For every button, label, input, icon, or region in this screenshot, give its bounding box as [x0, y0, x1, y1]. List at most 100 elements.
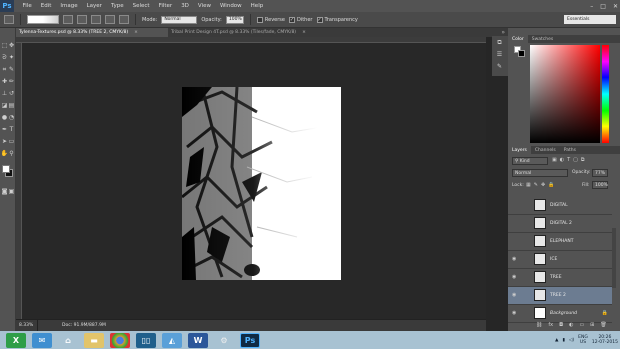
adjustment-layer-icon[interactable]: ◐: [569, 322, 573, 328]
tab-tylenna-textures[interactable]: Tylenna-Textures.psd @ 8.33% (TREE 2, CM…: [16, 28, 168, 37]
gradient-picker[interactable]: [27, 15, 59, 24]
transparency-option[interactable]: ✓ Transparency: [316, 16, 358, 23]
layer-row-digital[interactable]: DIGITAL: [508, 197, 612, 215]
workspace-select[interactable]: Essentials: [564, 15, 616, 24]
dither-option[interactable]: ✓ Dither: [288, 16, 313, 23]
folder-icon[interactable]: ▬: [84, 332, 104, 348]
history-panel-icon[interactable]: ⧉: [496, 39, 503, 46]
menu-select[interactable]: Select: [128, 3, 154, 9]
diamond-gradient-icon[interactable]: [119, 15, 129, 24]
dodge-tool-icon[interactable]: ◔: [8, 114, 15, 121]
move-tool-icon[interactable]: ✥: [8, 42, 15, 49]
document-size-info[interactable]: Doc: 91.9M/887.9M: [38, 323, 106, 328]
menu-type[interactable]: Type: [106, 3, 128, 9]
reverse-option[interactable]: Reverse: [256, 16, 285, 23]
adjustment-filter-icon[interactable]: ◐: [560, 157, 564, 163]
eye-icon[interactable]: ◉: [512, 256, 520, 262]
lock-position-icon[interactable]: ✥: [541, 182, 545, 188]
lock-image-icon[interactable]: ✎: [534, 182, 538, 188]
quick-mask-icon[interactable]: ◙: [1, 188, 8, 195]
menu-file[interactable]: File: [18, 3, 36, 9]
eye-icon[interactable]: ◉: [512, 310, 520, 316]
tab-paths[interactable]: Paths: [560, 146, 580, 154]
reader-icon[interactable]: ▯▯: [136, 332, 156, 348]
chrome-icon[interactable]: [110, 332, 130, 348]
new-group-icon[interactable]: ▭: [579, 322, 584, 328]
mode-select[interactable]: Normal: [161, 15, 198, 24]
hue-slider[interactable]: [602, 45, 609, 143]
tray-arrow-icon[interactable]: ▲: [555, 338, 558, 343]
tab-overflow-icon[interactable]: »: [501, 29, 505, 36]
menu-view[interactable]: View: [193, 3, 215, 9]
brush-tool-icon[interactable]: ✏: [8, 78, 15, 85]
foreground-color-swatch[interactable]: [2, 165, 10, 173]
layer-row-background[interactable]: ◉ Background 🔒: [508, 305, 612, 323]
maximize-button[interactable]: □: [600, 3, 606, 10]
word-icon[interactable]: W: [188, 332, 208, 348]
eraser-tool-icon[interactable]: ◪: [1, 102, 8, 109]
screen-mode-icon[interactable]: ▣: [8, 188, 15, 195]
angle-gradient-icon[interactable]: [91, 15, 101, 24]
linear-gradient-icon[interactable]: [63, 15, 73, 24]
properties-panel-icon[interactable]: ☰: [496, 51, 503, 58]
home-icon[interactable]: ⌂: [58, 333, 78, 348]
gradient-tool-icon[interactable]: ▤: [8, 102, 15, 109]
menu-layer[interactable]: Layer: [82, 3, 106, 9]
menu-filter[interactable]: Filter: [154, 3, 177, 9]
menu-3d[interactable]: 3D: [177, 3, 194, 9]
hand-tool-icon[interactable]: ✋: [1, 150, 8, 157]
pen-tool-icon[interactable]: ✒: [1, 126, 8, 133]
reflected-gradient-icon[interactable]: [105, 15, 115, 24]
excel-icon[interactable]: X: [6, 332, 26, 348]
tab-swatches[interactable]: Swatches: [528, 35, 558, 43]
mail-icon[interactable]: ✉: [32, 332, 52, 348]
path-selection-icon[interactable]: ➤: [1, 138, 8, 145]
brush-panel-icon[interactable]: ✎: [496, 63, 503, 70]
menu-help[interactable]: Help: [246, 3, 268, 9]
type-tool-icon[interactable]: T: [8, 126, 15, 133]
eye-icon[interactable]: ◉: [512, 292, 520, 298]
language-indicator[interactable]: ENG US: [578, 335, 588, 345]
network-icon[interactable]: ▮: [562, 338, 564, 343]
photos-icon[interactable]: ◭: [162, 332, 182, 348]
gradient-tool-preset-icon[interactable]: [4, 15, 14, 24]
photoshop-taskbar-icon[interactable]: Ps: [240, 332, 260, 348]
opacity-field[interactable]: 100%: [225, 15, 244, 24]
shape-filter-icon[interactable]: ▢: [573, 157, 578, 163]
tab-tribal-print-design[interactable]: Tribal Print Design 4T.psd @ 8.33% (Tile…: [168, 28, 318, 37]
blur-tool-icon[interactable]: ●: [1, 114, 8, 121]
zoom-level-field[interactable]: 8.33%: [16, 319, 38, 332]
layer-row-digital-2[interactable]: DIGITAL 2: [508, 215, 612, 233]
transparency-checkbox[interactable]: ✓: [316, 16, 323, 23]
smart-object-filter-icon[interactable]: ⧉: [581, 157, 585, 163]
lock-all-icon[interactable]: 🔒: [548, 182, 554, 188]
document-canvas[interactable]: [182, 87, 341, 280]
type-filter-icon[interactable]: T: [567, 157, 570, 163]
layer-row-ice[interactable]: ◉ ICE: [508, 251, 612, 269]
history-brush-icon[interactable]: ↺: [8, 90, 15, 97]
new-layer-icon[interactable]: ⊞: [590, 322, 594, 328]
tab-color[interactable]: Color: [508, 35, 528, 43]
marquee-tool-icon[interactable]: ⬚: [1, 42, 8, 49]
layer-row-tree[interactable]: ◉ TREE: [508, 269, 612, 287]
tab-layers[interactable]: Layers: [508, 146, 531, 154]
minimize-button[interactable]: –: [590, 3, 593, 10]
healing-brush-icon[interactable]: ✚: [1, 78, 8, 85]
pixel-filter-icon[interactable]: ▣: [552, 157, 557, 163]
layer-row-tree-2[interactable]: ◉ TREE 2: [508, 287, 612, 305]
layer-row-elephant[interactable]: ELEPHANT: [508, 233, 612, 251]
add-mask-icon[interactable]: ◘: [559, 322, 563, 328]
delete-layer-icon[interactable]: 🗑: [600, 322, 606, 328]
close-button[interactable]: ✕: [613, 3, 618, 10]
lock-transparent-icon[interactable]: ▦: [526, 182, 531, 188]
volume-icon[interactable]: ◁): [569, 338, 574, 343]
reverse-checkbox[interactable]: [256, 16, 263, 23]
layers-scrollbar[interactable]: [612, 228, 616, 288]
color-background-swatch[interactable]: [518, 50, 525, 57]
layer-style-icon[interactable]: fx: [548, 322, 553, 328]
link-layers-icon[interactable]: ⛓: [536, 322, 542, 328]
menu-edit[interactable]: Edit: [36, 3, 56, 9]
close-tab-icon[interactable]: ×: [302, 30, 306, 35]
fill-field[interactable]: 100%: [592, 181, 608, 189]
layer-opacity-field[interactable]: 77%: [592, 169, 608, 177]
